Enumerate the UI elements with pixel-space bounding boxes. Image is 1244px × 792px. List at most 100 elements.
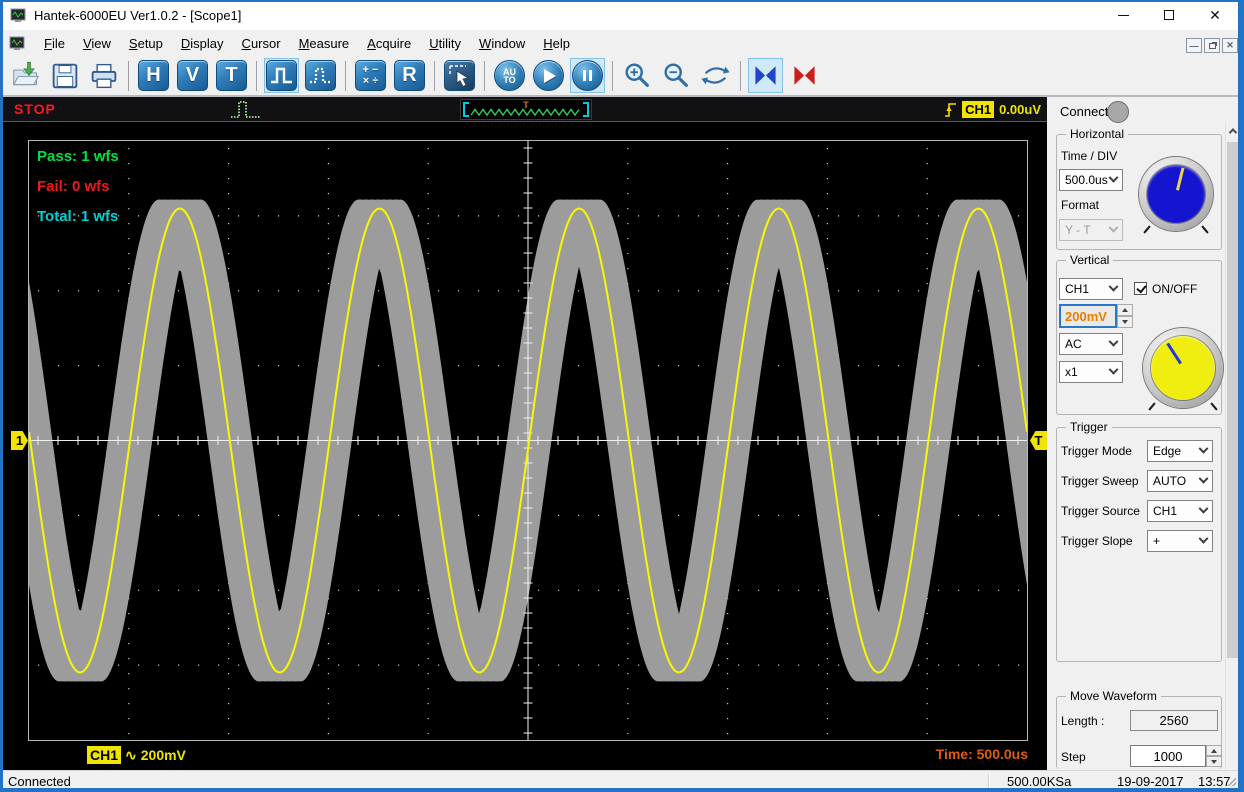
t-letter: T [225,64,238,86]
cursor-measure-button[interactable] [442,58,477,93]
length-label: Length : [1061,714,1105,728]
step-value: 1000 [1130,745,1206,767]
menu-item-window[interactable]: Window [470,32,534,55]
menu-item-view[interactable]: View [74,32,120,55]
time-div-value: 500.0us [1065,173,1108,187]
blue-mask-icon [755,66,776,85]
trigger-level-value: 0.00uV [999,101,1041,117]
trigger-source-select[interactable]: CH1 [1147,500,1213,522]
minimize-button[interactable] [1100,0,1146,30]
menubar: File View Setup Display Cursor Measure Acquire… [0,30,1244,56]
panel-scrollbar[interactable] [1225,122,1238,770]
maximize-button[interactable] [1146,0,1192,30]
scope-display[interactable]: Pass: 1 wfs Fail: 0 wfs Total: 1 wfs [28,140,1028,741]
time-per-div-readout: Time: 500.0us [900,746,1028,762]
trigger-sweep-select[interactable]: AUTO [1147,470,1213,492]
pause-button[interactable] [570,58,605,93]
self-calibration-button[interactable] [698,58,733,93]
chevron-down-icon [1198,443,1209,454]
horizontal-knob[interactable] [1139,157,1213,234]
menu-item-help[interactable]: Help [534,32,579,55]
open-button[interactable] [8,58,43,93]
horizontal-setup-button[interactable]: H [136,58,171,93]
spinner-buttons[interactable] [1117,304,1133,328]
menu-item-setup[interactable]: Setup [120,32,172,55]
trigger-level-marker[interactable]: T [1030,431,1047,450]
menu-item-utility[interactable]: Utility [420,32,470,55]
scope-status-strip: STOP T CH1 0.00uV [0,97,1047,122]
window-border[interactable] [1238,0,1244,792]
channel-select[interactable]: CH1 [1059,278,1123,300]
onoff-checkbox[interactable] [1134,282,1147,295]
toolbar-separator [345,60,346,91]
spin-down-icon[interactable] [1206,756,1222,767]
spin-up-icon[interactable] [1117,304,1133,316]
pulse-icon [271,67,292,84]
waveform-preview[interactable]: T [460,99,592,120]
v-letter: V [185,64,200,86]
zoom-in-button[interactable] [620,58,655,93]
trigger-setup-button[interactable]: T [214,58,249,93]
mask-out-button[interactable] [787,58,822,93]
vertical-knob[interactable] [1143,328,1223,411]
menu-item-file[interactable]: File [35,32,74,55]
trigger-mode-value: Edge [1153,444,1182,458]
red-mask-icon [794,66,815,85]
probe-value: x1 [1065,365,1078,379]
spinner-buttons[interactable] [1206,745,1222,767]
menu-item-measure[interactable]: Measure [290,32,359,55]
r-letter: R [402,64,417,86]
resize-grip[interactable] [1227,777,1236,786]
onoff-label: ON/OFF [1152,282,1198,296]
volts-per-div-value: 200mV [140,747,186,763]
probe-select[interactable]: x1 [1059,361,1123,383]
pass-fail-button[interactable] [264,58,299,93]
chevron-down-icon [1108,364,1119,375]
time-div-label: Time / DIV [1061,149,1118,163]
trigger-channel-badge: CH1 [962,100,995,118]
spin-down-icon[interactable] [1117,316,1133,328]
menu-item-acquire[interactable]: Acquire [358,32,420,55]
mdi-minimize-button[interactable]: — [1186,38,1202,53]
coupling-select[interactable]: AC [1059,333,1123,355]
trigger-edge-icon [945,103,957,117]
math-button[interactable]: + − × ÷ [353,58,388,93]
menu-item-cursor[interactable]: Cursor [233,32,290,55]
connect-label: Connect: [1060,104,1113,119]
print-button[interactable] [86,58,121,93]
run-state-indicator: STOP [14,101,56,117]
trigger-readout: CH1 0.00uV [944,100,1041,118]
cycle-arrows-icon [701,66,730,85]
mdi-close-button[interactable]: ✕ [1222,38,1238,53]
chevron-down-icon [1198,503,1209,514]
vertical-legend: Vertical [1066,253,1114,267]
vertical-setup-button[interactable]: V [175,58,210,93]
mask-in-button[interactable] [748,58,783,93]
auto-setup-button[interactable]: AU TO [492,58,527,93]
zoom-out-button[interactable] [659,58,694,93]
trigger-slope-select[interactable]: + [1147,530,1213,552]
save-button[interactable] [47,58,82,93]
channel1-marker[interactable]: 1 [11,431,28,450]
window-border [0,0,1244,2]
mdi-restore-button[interactable] [1204,38,1220,53]
trigger-mode-select[interactable]: Edge [1147,440,1213,462]
statusbar-separator [988,774,989,789]
close-button[interactable]: ✕ [1192,0,1238,30]
window-border[interactable] [0,0,3,792]
floppy-disk-icon [52,63,77,88]
volts-range-value: 200mV [1059,304,1117,328]
window-border[interactable] [0,788,1244,792]
time-div-select[interactable]: 500.0us [1059,169,1123,191]
pass-fail-settings-button[interactable] [303,58,338,93]
spin-up-icon[interactable] [1206,745,1222,756]
menu-item-display[interactable]: Display [172,32,233,55]
h-letter: H [146,64,161,86]
scrollbar-thumb[interactable] [1227,142,1238,658]
volts-range-spinner[interactable]: 200mV [1059,304,1133,328]
step-spinner[interactable]: 1000 [1130,745,1222,767]
reference-button[interactable]: R [392,58,427,93]
start-button[interactable] [531,58,566,93]
toolbar-separator [740,60,741,91]
trigger-mode-label: Trigger Mode [1061,444,1132,458]
